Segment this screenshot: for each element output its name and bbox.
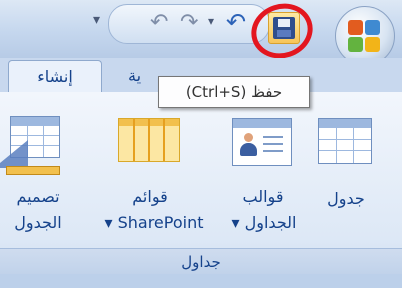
table-templates-label-1: قوالب: [242, 187, 284, 206]
tab-partial[interactable]: ية: [128, 66, 141, 85]
table-templates-button[interactable]: [232, 118, 292, 166]
qat-customize-icon[interactable]: ▾: [93, 12, 100, 28]
table-design-label-1: تصميم: [16, 187, 60, 206]
save-tooltip: حفظ (Ctrl+S): [158, 76, 310, 108]
office-logo-icon: [348, 20, 380, 52]
sharepoint-lists-button[interactable]: [118, 118, 180, 162]
person-icon: [239, 133, 257, 157]
table-templates-label-2: الجداول ▾: [231, 213, 297, 232]
ruler-icon: [6, 166, 60, 175]
undo-icon[interactable]: ↶: [226, 8, 246, 36]
undo-disabled-icon: ↶: [150, 10, 169, 35]
table-design-label-2: الجدول: [14, 213, 62, 232]
table-button[interactable]: [318, 118, 372, 164]
redo-icon: ↷: [180, 10, 199, 35]
table-button-label: جدول: [327, 189, 365, 208]
set-square-icon: [0, 140, 28, 168]
undo-dropdown-icon[interactable]: ▾: [208, 14, 214, 28]
sharepoint-lists-label-1: قوائم: [132, 187, 168, 206]
tab-create[interactable]: إنشاء: [8, 60, 102, 93]
ribbon-bottom-edge: [0, 274, 402, 288]
sharepoint-lists-label-2: ▾ SharePoint: [104, 213, 204, 232]
group-label: جداول: [0, 248, 402, 275]
